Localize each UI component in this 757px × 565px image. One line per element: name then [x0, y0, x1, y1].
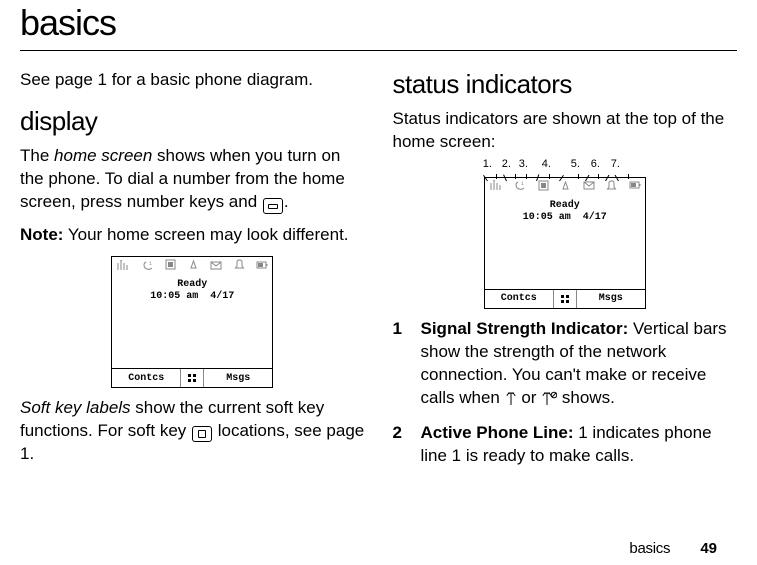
active-line-icon: 1 — [142, 260, 154, 270]
ready-label: Ready — [112, 279, 272, 291]
phone-mock-2: 1. 2. 3. 4. 5. 6. 7. — [393, 178, 738, 308]
note-label: Note: — [20, 225, 63, 244]
label-2: 2. — [502, 158, 511, 170]
time: 10:05 am — [150, 291, 198, 302]
display-note: Note: Your home screen may look differen… — [20, 224, 365, 247]
display-heading: display — [20, 106, 365, 137]
status-indicator-list: 1 Signal Strength Indicator: Vertical ba… — [393, 318, 738, 468]
time-date: 10:05 am 4/17 — [112, 291, 272, 303]
battery-icon — [256, 260, 268, 270]
note-text: Your home screen may look different. — [63, 225, 348, 244]
label-1: 1. — [483, 158, 492, 170]
signal-icon — [116, 260, 130, 270]
status-bar: 1 — [112, 257, 272, 273]
menu-key-icon — [180, 369, 204, 387]
page-title: basics — [20, 0, 737, 50]
active-line-icon: 1 — [514, 180, 526, 190]
date: 4/17 — [210, 291, 234, 302]
status-intro: Status indicators are shown at the top o… — [393, 108, 738, 154]
softkey-paragraph: Soft key labels show the current soft ke… — [20, 397, 365, 466]
label-5: 5. — [571, 158, 580, 170]
softkey-term: Soft key labels — [20, 398, 131, 417]
screen-center: Ready 10:05 am 4/17 — [112, 273, 272, 368]
left-column: See page 1 for a basic phone diagram. di… — [20, 69, 365, 478]
softkey-right: Msgs — [577, 293, 645, 304]
label-6: 6. — [591, 158, 600, 170]
display-paragraph-1: The home screen shows when you turn on t… — [20, 145, 365, 214]
intro-text: See page 1 for a basic phone diagram. — [20, 69, 365, 92]
list-item: 2 Active Phone Line: 1 indicates phone l… — [393, 422, 738, 468]
date: 4/17 — [583, 212, 607, 223]
message-icon — [583, 180, 595, 190]
battery-icon — [629, 180, 641, 190]
title-rule — [20, 50, 737, 51]
label-4: 4. — [542, 158, 551, 170]
item-number: 1 — [393, 318, 407, 412]
phone: 1 Ready — [112, 257, 272, 387]
time: 10:05 am — [523, 212, 571, 223]
list-item: 1 Signal Strength Indicator: Vertical ba… — [393, 318, 738, 412]
roam-icon — [188, 259, 199, 270]
text: The — [20, 146, 54, 165]
item-number: 2 — [393, 422, 407, 468]
right-column: status indicators Status indicators are … — [393, 69, 738, 478]
text: . — [284, 192, 289, 211]
softkey-left: Contcs — [485, 293, 553, 304]
phone-screen: 1 Ready 10:05 am 4/17 — [485, 178, 645, 308]
status-bar: 1 — [485, 178, 645, 194]
no-signal-icon — [505, 389, 517, 412]
text: shows. — [557, 388, 615, 407]
item-content: Signal Strength Indicator: Vertical bars… — [421, 318, 738, 412]
signal-icon — [489, 180, 503, 190]
svg-text:1: 1 — [149, 261, 152, 267]
softkey-key-icon — [192, 426, 212, 442]
softkey-left: Contcs — [112, 373, 180, 384]
page-footer: basics 49 — [629, 540, 717, 557]
time-date: 10:05 am 4/17 — [485, 212, 645, 224]
message-icon — [210, 260, 222, 270]
send-key-icon — [263, 198, 283, 214]
softkey-right: Msgs — [204, 373, 272, 384]
phone: 1. 2. 3. 4. 5. 6. 7. — [485, 178, 645, 308]
data-icon — [165, 259, 176, 270]
softkey-bar: Contcs Msgs — [112, 368, 272, 387]
label-3: 3. — [519, 158, 528, 170]
columns: See page 1 for a basic phone diagram. di… — [20, 69, 737, 478]
status-indicators-heading: status indicators — [393, 69, 738, 100]
no-signal-slash-icon — [541, 389, 557, 412]
ring-icon — [606, 180, 617, 191]
item-title: Signal Strength Indicator: — [421, 319, 629, 338]
footer-page-number: 49 — [700, 540, 717, 557]
roam-icon — [560, 180, 571, 191]
label-tick-lines — [485, 174, 645, 180]
menu-key-icon — [553, 290, 577, 308]
footer-section-label: basics — [629, 540, 670, 557]
phone-screen: 1 Ready — [112, 257, 272, 387]
softkey-bar: Contcs Msgs — [485, 289, 645, 308]
text: or — [517, 388, 542, 407]
ring-icon — [234, 259, 245, 270]
phone-mock-1: 1 Ready — [20, 257, 365, 387]
data-icon — [538, 180, 549, 191]
label-7: 7. — [611, 158, 620, 170]
svg-text:1: 1 — [521, 181, 524, 187]
item-title: Active Phone Line: — [421, 423, 574, 442]
screen-center: Ready 10:05 am 4/17 — [485, 194, 645, 289]
ready-label: Ready — [485, 200, 645, 212]
page: basics See page 1 for a basic phone diag… — [0, 0, 757, 565]
item-content: Active Phone Line: 1 indicates phone lin… — [421, 422, 738, 468]
home-screen-term: home screen — [54, 146, 152, 165]
